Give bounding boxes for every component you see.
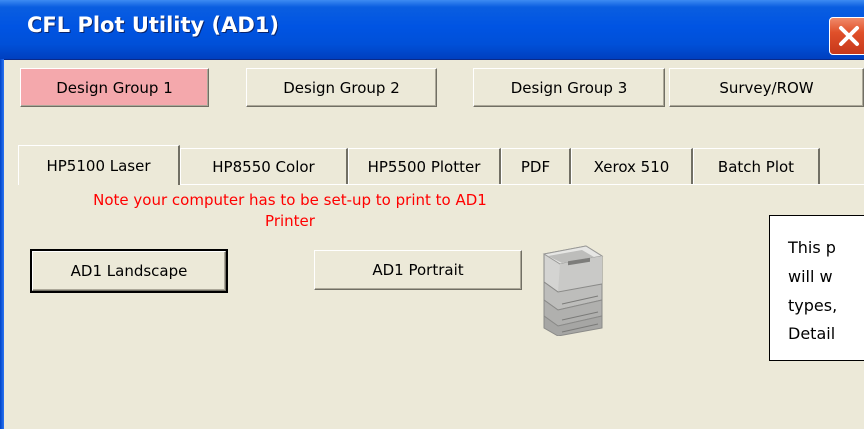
ad1-portrait-button[interactable]: AD1 Portrait: [314, 250, 522, 290]
info-line-3: types,: [788, 296, 838, 315]
survey-row-button[interactable]: Survey/ROW: [669, 68, 864, 107]
title-bar[interactable]: CFL Plot Utility (AD1): [0, 0, 864, 60]
setup-note-line-2: Printer: [265, 212, 315, 230]
setup-note-line-1: Note your computer has to be set-up to p…: [93, 191, 487, 209]
window-title: CFL Plot Utility (AD1): [27, 13, 280, 37]
info-line-4: Detail: [788, 324, 836, 343]
design-group-2-button[interactable]: Design Group 2: [246, 68, 437, 107]
info-text-box: This p will w types, Detail: [769, 215, 864, 361]
info-line-1: This p: [788, 238, 836, 257]
close-icon: [839, 26, 859, 46]
close-button[interactable]: [829, 17, 864, 55]
tab-batch-plot[interactable]: Batch Plot: [693, 148, 820, 184]
design-group-3-button[interactable]: Design Group 3: [473, 68, 665, 107]
setup-note: Note your computer has to be set-up to p…: [0, 190, 580, 232]
tab-pdf[interactable]: PDF: [501, 148, 571, 184]
design-group-1-button[interactable]: Design Group 1: [20, 68, 209, 107]
window-frame-left: [0, 59, 4, 429]
info-line-2: will w: [788, 267, 833, 286]
tab-xerox-510[interactable]: Xerox 510: [571, 148, 693, 184]
ad1-landscape-button[interactable]: AD1 Landscape: [30, 249, 228, 293]
tab-hp8550-color[interactable]: HP8550 Color: [180, 148, 348, 184]
tab-hp5100-laser[interactable]: HP5100 Laser: [18, 145, 180, 185]
tab-hp5500-plotter[interactable]: HP5500 Plotter: [348, 148, 501, 184]
printer-icon: [542, 245, 604, 336]
